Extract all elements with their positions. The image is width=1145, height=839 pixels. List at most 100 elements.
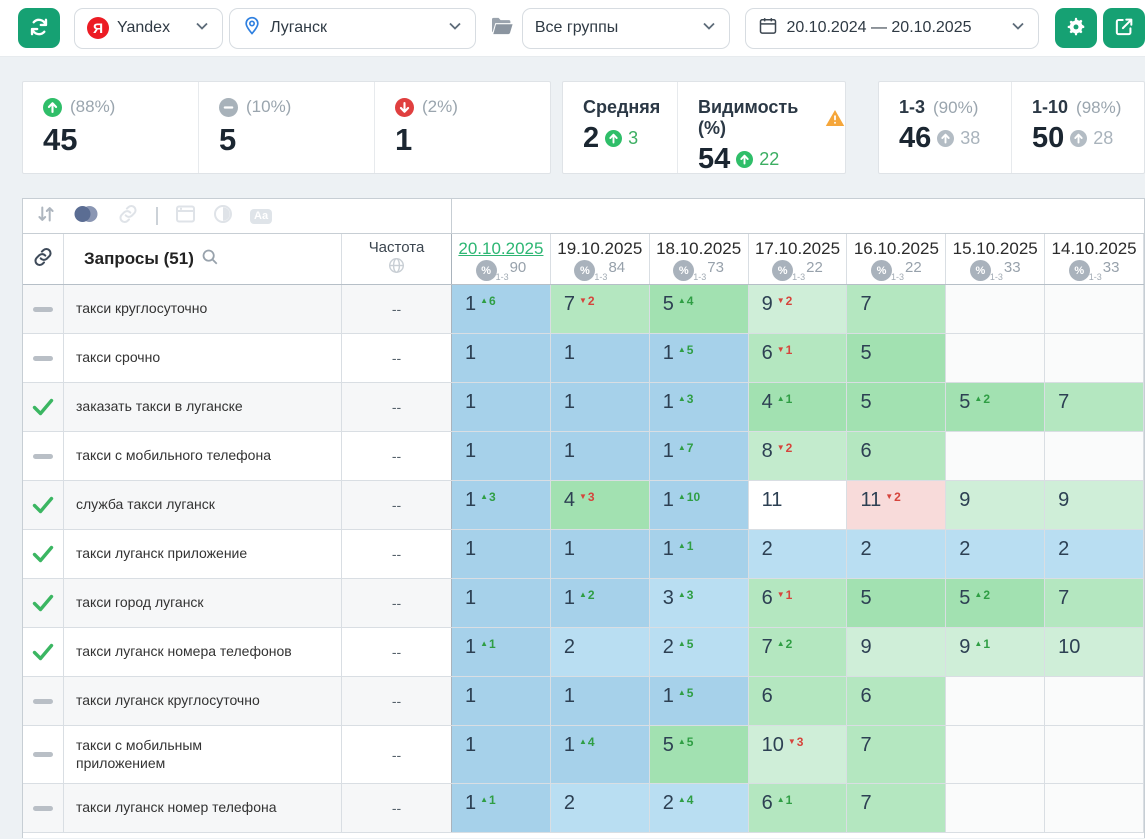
position-cell[interactable]: 7 ▼2: [550, 285, 650, 333]
folder-icon[interactable]: [490, 15, 514, 42]
search-icon[interactable]: [201, 248, 219, 271]
position-cell[interactable]: 7: [847, 784, 947, 832]
position-cell[interactable]: 7: [847, 726, 947, 783]
date-column-header[interactable]: 19.10.2025% 1-3 84: [551, 234, 650, 284]
position-cell[interactable]: 10 ▼3: [748, 726, 848, 783]
settings-button[interactable]: [1055, 8, 1097, 48]
keyword-label[interactable]: заказать такси в луганске: [64, 383, 342, 431]
position-cell[interactable]: 2: [550, 784, 650, 832]
dash-icon[interactable]: [23, 677, 64, 725]
date-link[interactable]: 19.10.2025: [557, 239, 642, 258]
search-engine-select[interactable]: Я Yandex: [74, 7, 224, 49]
date-link[interactable]: 16.10.2025: [854, 239, 939, 258]
frequency-column-header[interactable]: Частота: [342, 234, 452, 284]
date-column-header[interactable]: 20.10.2025% 1-3 90: [452, 234, 551, 284]
position-cell[interactable]: 9: [1045, 481, 1144, 529]
position-cell[interactable]: 2 ▲5: [649, 628, 749, 676]
keyword-label[interactable]: такси город луганск: [64, 579, 342, 627]
position-cell[interactable]: 1 ▲5: [649, 677, 749, 725]
dash-icon[interactable]: [23, 432, 64, 480]
position-cell[interactable]: 1 ▲10: [649, 481, 749, 529]
dash-icon[interactable]: [23, 784, 64, 832]
position-cell[interactable]: [1045, 784, 1144, 832]
position-cell[interactable]: 1 ▲2: [550, 579, 650, 627]
position-cell[interactable]: 1: [452, 334, 551, 382]
link-icon[interactable]: [117, 203, 139, 230]
position-cell[interactable]: 4 ▲1: [748, 383, 848, 431]
position-cell[interactable]: [1045, 334, 1144, 382]
position-cell[interactable]: 1 ▲6: [452, 285, 551, 333]
position-cell[interactable]: 5: [847, 334, 947, 382]
position-cell[interactable]: 1: [550, 383, 650, 431]
position-cell[interactable]: 6: [748, 677, 848, 725]
position-cell[interactable]: 10: [1045, 628, 1144, 676]
keyword-label[interactable]: служба такси луганск: [64, 481, 342, 529]
position-cell[interactable]: 1: [452, 726, 551, 783]
export-button[interactable]: [1103, 8, 1145, 48]
keyword-label[interactable]: такси с мобильного телефона: [64, 432, 342, 480]
date-link[interactable]: 14.10.2025: [1052, 239, 1137, 258]
position-cell[interactable]: 8 ▼2: [748, 432, 848, 480]
position-cell[interactable]: [1045, 432, 1144, 480]
check-icon[interactable]: [23, 579, 64, 627]
position-cell[interactable]: 1: [550, 334, 650, 382]
date-link[interactable]: 17.10.2025: [755, 239, 840, 258]
position-cell[interactable]: [946, 334, 1046, 382]
position-cell[interactable]: 1 ▲1: [452, 628, 551, 676]
position-cell[interactable]: [1045, 285, 1144, 333]
position-cell[interactable]: 1 ▲1: [452, 784, 551, 832]
check-icon[interactable]: [23, 628, 64, 676]
date-column-header[interactable]: 17.10.2025% 1-3 22: [749, 234, 848, 284]
position-cell[interactable]: 9: [946, 481, 1046, 529]
position-cell[interactable]: 2: [946, 530, 1046, 578]
position-cell[interactable]: [946, 285, 1046, 333]
position-cell[interactable]: 2 ▲4: [649, 784, 749, 832]
date-column-header[interactable]: 18.10.2025% 1-3 73: [650, 234, 749, 284]
position-cell[interactable]: 1: [452, 432, 551, 480]
position-cell[interactable]: 9 ▲1: [946, 628, 1046, 676]
dash-icon[interactable]: [23, 285, 64, 333]
position-cell[interactable]: 5 ▲2: [946, 383, 1046, 431]
position-cell[interactable]: 4 ▼3: [550, 481, 650, 529]
refresh-button[interactable]: [18, 8, 60, 48]
region-select[interactable]: Луганск: [229, 7, 476, 49]
queries-column-header[interactable]: Запросы (51): [64, 234, 342, 284]
position-cell[interactable]: 2: [1045, 530, 1144, 578]
position-cell[interactable]: 1: [550, 432, 650, 480]
date-column-header[interactable]: 15.10.2025% 1-3 33: [946, 234, 1046, 284]
keyword-label[interactable]: такси срочно: [64, 334, 342, 382]
keyword-label[interactable]: такси с мобильным приложением: [64, 726, 342, 783]
position-cell[interactable]: 7: [1045, 579, 1144, 627]
position-cell[interactable]: [946, 432, 1046, 480]
position-cell[interactable]: 7 ▲2: [748, 628, 848, 676]
keyword-label[interactable]: такси луганск круглосуточно: [64, 677, 342, 725]
layers-toggle-icon[interactable]: [73, 204, 100, 229]
position-cell[interactable]: 3 ▲3: [649, 579, 749, 627]
position-cell[interactable]: [946, 726, 1046, 783]
position-cell[interactable]: 2: [847, 530, 947, 578]
position-cell[interactable]: 1: [550, 677, 650, 725]
position-cell[interactable]: 6: [847, 677, 947, 725]
keyword-label[interactable]: такси луганск номер телефона: [64, 784, 342, 832]
position-cell[interactable]: 1 ▲4: [550, 726, 650, 783]
date-column-header[interactable]: 16.10.2025% 1-3 22: [847, 234, 947, 284]
position-cell[interactable]: 5 ▲2: [946, 579, 1046, 627]
position-cell[interactable]: 1: [550, 530, 650, 578]
position-cell[interactable]: 9 ▼2: [748, 285, 848, 333]
position-cell[interactable]: 2: [550, 628, 650, 676]
group-filter-select[interactable]: Все группы: [521, 7, 730, 49]
keyword-label[interactable]: такси круглосуточно: [64, 285, 342, 333]
position-cell[interactable]: 6 ▲1: [748, 784, 848, 832]
position-cell[interactable]: 1: [452, 677, 551, 725]
keyword-label[interactable]: такси луганск номера телефонов: [64, 628, 342, 676]
position-cell[interactable]: 2: [748, 530, 848, 578]
date-link[interactable]: 15.10.2025: [953, 239, 1038, 258]
position-cell[interactable]: 5 ▲4: [649, 285, 749, 333]
date-column-header[interactable]: 14.10.2025% 1-3 33: [1045, 234, 1144, 284]
check-icon[interactable]: [23, 481, 64, 529]
position-cell[interactable]: 5: [847, 579, 947, 627]
position-cell[interactable]: 5: [847, 383, 947, 431]
position-cell[interactable]: 1 ▲3: [649, 383, 749, 431]
position-cell[interactable]: 9: [847, 628, 947, 676]
position-cell[interactable]: [946, 784, 1046, 832]
